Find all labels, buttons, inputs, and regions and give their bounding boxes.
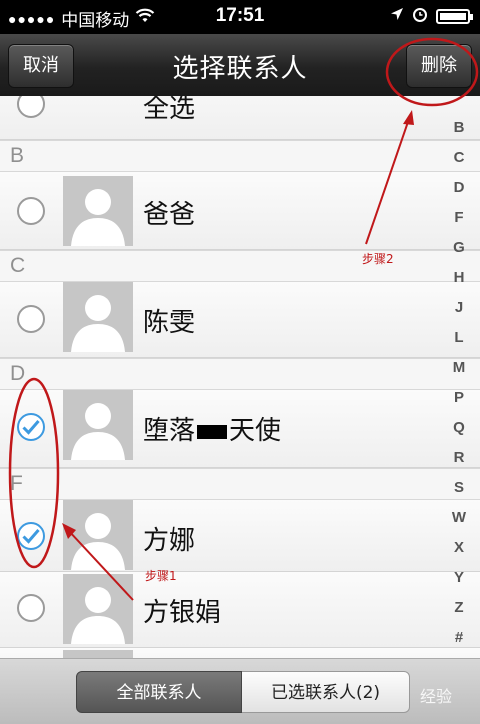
- watermark: 经验: [419, 687, 452, 706]
- contact-list[interactable]: 全选 B 爸爸 C 陈雯 D 堕落 天使 F 方娜 方银娟: [0, 96, 480, 658]
- section-header-d: D: [0, 358, 480, 390]
- avatar: [63, 650, 133, 658]
- contact-name: 堕落 天使: [143, 410, 281, 447]
- section-letter: B: [10, 144, 25, 167]
- index-letter[interactable]: M: [448, 353, 470, 383]
- contact-row[interactable]: 堕落 天使: [0, 390, 480, 468]
- index-letter[interactable]: C: [448, 143, 470, 173]
- index-letter[interactable]: D: [448, 173, 470, 203]
- status-right: [390, 6, 473, 27]
- contact-radio[interactable]: [17, 594, 45, 622]
- contact-radio[interactable]: [17, 305, 45, 333]
- contact-radio[interactable]: [17, 197, 45, 225]
- status-bar: ●●●●● 中国移动 17:51: [0, 0, 480, 34]
- bottom-toolbar: 全部联系人 已选联系人(2) 经验: [0, 658, 480, 724]
- avatar: [63, 574, 133, 644]
- avatar: [63, 390, 133, 460]
- navigation-bar: 取消 选择联系人 删除: [0, 34, 480, 97]
- alphabet-index[interactable]: B C D F G H J L M P Q R S W X Y Z #: [448, 113, 470, 653]
- step2-label: 步骤2: [362, 252, 394, 266]
- contact-row[interactable]: 陈雯: [0, 282, 480, 358]
- contact-radio-checked[interactable]: [17, 413, 45, 441]
- section-header-f: F: [0, 468, 480, 500]
- avatar: [63, 176, 133, 246]
- contact-row-partial[interactable]: [0, 648, 480, 658]
- step1-label: 步骤1: [145, 569, 177, 583]
- index-letter[interactable]: P: [448, 383, 470, 413]
- index-letter[interactable]: W: [448, 503, 470, 533]
- contact-name: 爸爸: [143, 200, 196, 230]
- contact-name-part: 天使: [229, 416, 282, 446]
- contact-name: 方娜: [143, 526, 196, 556]
- index-letter[interactable]: J: [448, 293, 470, 323]
- section-header-c: C: [0, 250, 480, 282]
- section-letter: C: [10, 254, 26, 277]
- index-letter[interactable]: Y: [448, 563, 470, 593]
- select-all-radio[interactable]: [17, 96, 45, 118]
- delete-button[interactable]: 删除: [406, 44, 472, 88]
- index-letter[interactable]: F: [448, 203, 470, 233]
- checkmark-icon: [22, 420, 40, 435]
- contact-radio-checked[interactable]: [17, 522, 45, 550]
- redaction-box: [197, 424, 228, 439]
- location-arrow-icon: [390, 7, 404, 26]
- contact-name: 方银娟: [143, 598, 222, 628]
- index-letter[interactable]: X: [448, 533, 470, 563]
- tab-selected-contacts[interactable]: 已选联系人(2): [242, 671, 410, 713]
- section-letter: F: [10, 472, 23, 495]
- tab-all-contacts[interactable]: 全部联系人: [76, 671, 242, 713]
- contact-row[interactable]: 方银娟: [0, 572, 480, 648]
- contact-name: 陈雯: [143, 308, 196, 338]
- avatar: [63, 500, 133, 570]
- index-letter[interactable]: S: [448, 473, 470, 503]
- section-letter: D: [10, 362, 26, 385]
- index-letter[interactable]: #: [448, 623, 470, 653]
- index-letter[interactable]: H: [448, 263, 470, 293]
- section-header-b: B: [0, 140, 480, 172]
- contact-row[interactable]: 方娜: [0, 500, 480, 572]
- alarm-clock-icon: [412, 6, 428, 27]
- checkmark-icon: [22, 529, 40, 544]
- contact-name-part: 堕落: [143, 416, 196, 446]
- index-letter[interactable]: L: [448, 323, 470, 353]
- index-letter[interactable]: G: [448, 233, 470, 263]
- avatar: [63, 282, 133, 352]
- contact-row[interactable]: 爸爸: [0, 172, 480, 250]
- battery-icon: [436, 9, 473, 24]
- index-letter[interactable]: B: [448, 113, 470, 143]
- index-letter[interactable]: R: [448, 443, 470, 473]
- index-letter[interactable]: Q: [448, 413, 470, 443]
- index-letter[interactable]: Z: [448, 593, 470, 623]
- select-all-row[interactable]: 全选: [0, 96, 480, 140]
- select-all-label: 全选: [143, 96, 196, 124]
